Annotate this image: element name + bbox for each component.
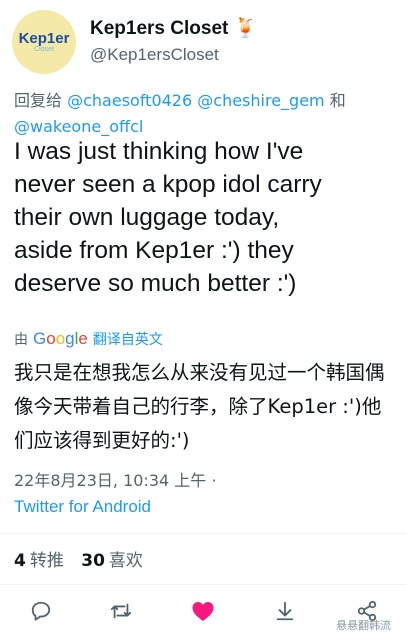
mention-link[interactable]: @cheshire_gem bbox=[197, 91, 324, 110]
translate-action-label[interactable]: 翻译自英文 bbox=[93, 329, 163, 349]
retweet-icon bbox=[110, 603, 132, 619]
like-button[interactable] bbox=[190, 598, 216, 624]
divider bbox=[0, 584, 407, 585]
engagement-stats: 4 转推 30 喜欢 bbox=[14, 546, 143, 571]
tweet-text: I was just thinking how I've never seen … bbox=[14, 138, 322, 297]
likes-label: 喜欢 bbox=[108, 551, 143, 571]
cocktail-emoji: 🍹 bbox=[233, 18, 258, 39]
likes-stat[interactable]: 30 喜欢 bbox=[81, 551, 143, 571]
tweet-timestamp[interactable]: 22年8月23日, 10:34 上午 · bbox=[14, 467, 216, 491]
retweets-count: 4 bbox=[14, 551, 26, 571]
retweets-label: 转推 bbox=[29, 551, 64, 571]
retweet-button[interactable] bbox=[108, 598, 134, 624]
mention-link[interactable]: @wakeone_offcl bbox=[14, 117, 143, 136]
likes-count: 30 bbox=[81, 551, 105, 571]
reply-conjunction: 和 bbox=[329, 91, 346, 110]
display-name-text: Kep1ers Closet bbox=[90, 18, 229, 39]
reply-to-line: 回复给 @chaesoft0426 @cheshire_gem 和 @wakeo… bbox=[14, 88, 399, 140]
reply-button[interactable] bbox=[28, 598, 54, 624]
avatar-brand-text: Kep1er bbox=[18, 29, 70, 47]
bookmark-button[interactable] bbox=[272, 598, 298, 624]
reply-icon bbox=[31, 601, 51, 621]
tweet-source-link[interactable]: Twitter for Android bbox=[14, 497, 151, 517]
mention-link[interactable]: @chaesoft0426 bbox=[67, 91, 192, 110]
google-logo: Google bbox=[33, 329, 88, 348]
translated-text: 我只是在想我怎么从来没有见过一个韩国偶像今天带着自己的行李，除了Kep1er :… bbox=[14, 361, 385, 452]
heart-icon bbox=[192, 602, 214, 621]
translated-by-label: 由 bbox=[14, 332, 28, 348]
retweets-stat[interactable]: 4 转推 bbox=[14, 551, 64, 571]
bookmark-icon bbox=[276, 601, 294, 621]
display-name[interactable]: Kep1ers Closet 🍹 bbox=[90, 16, 257, 40]
avatar-sub-text: Closet bbox=[34, 45, 54, 53]
reply-prefix: 回复给 bbox=[14, 91, 63, 110]
translation-attribution[interactable]: 由 Google 翻译自英文 bbox=[14, 329, 163, 349]
user-handle[interactable]: @Kep1ersCloset bbox=[90, 45, 219, 65]
divider bbox=[0, 533, 407, 534]
watermark-text: 悬悬翻韩流 bbox=[336, 619, 391, 632]
avatar[interactable]: Kep1er Closet bbox=[12, 10, 76, 74]
